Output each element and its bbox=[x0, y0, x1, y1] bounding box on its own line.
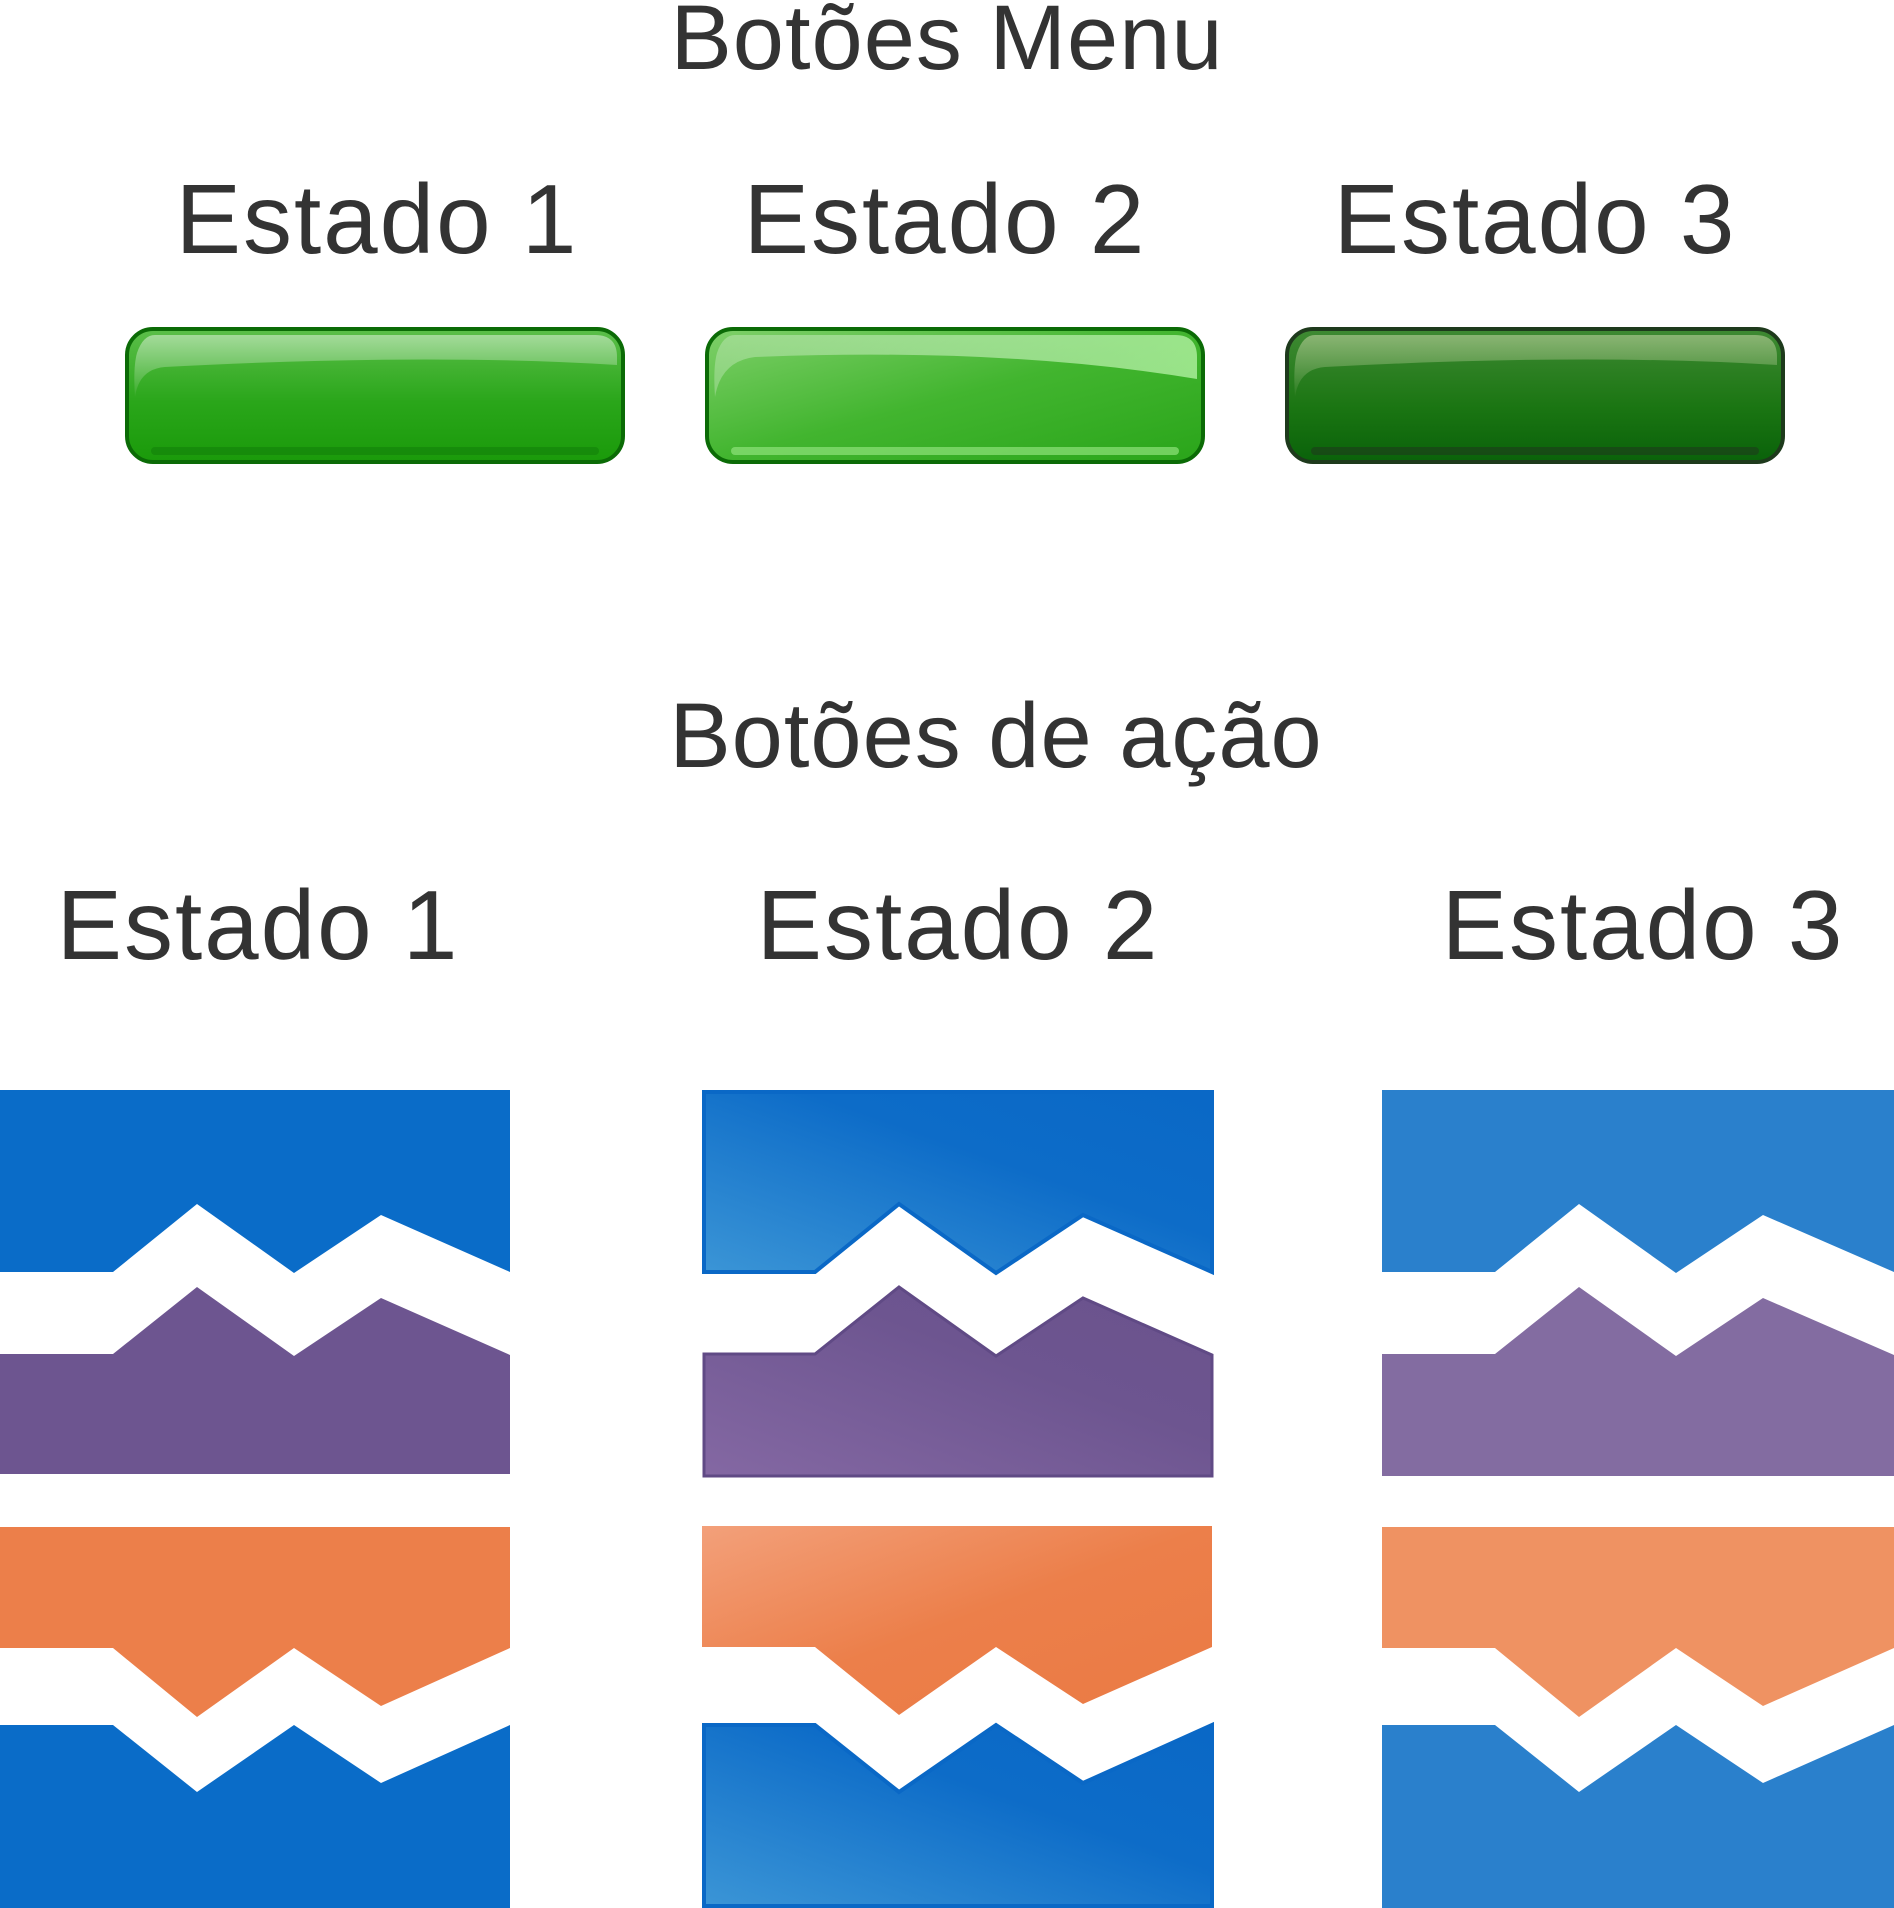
action-state-label-3: Estado 3 bbox=[1441, 870, 1845, 980]
action-state-label-1: Estado 1 bbox=[56, 870, 460, 980]
menu-button-1-base bbox=[151, 447, 599, 455]
menu-state-label-3: Estado 3 bbox=[1333, 164, 1737, 274]
action-button-2-blue-bottom[interactable] bbox=[702, 1721, 1214, 1908]
action-button-3-blue-top[interactable] bbox=[1382, 1090, 1894, 1273]
menu-state-label-1: Estado 1 bbox=[175, 164, 579, 274]
action-button-3-orange[interactable] bbox=[1382, 1527, 1894, 1717]
menu-button-2-base bbox=[731, 447, 1179, 455]
action-button-1-blue-bottom[interactable] bbox=[0, 1725, 510, 1908]
action-button-2-purple[interactable] bbox=[702, 1285, 1214, 1478]
action-state-label-2: Estado 2 bbox=[756, 870, 1160, 980]
action-button-3-blue-bottom[interactable] bbox=[1382, 1725, 1894, 1908]
menu-state-label-2: Estado 2 bbox=[743, 164, 1147, 274]
page-title-action-buttons: Botões de ação bbox=[669, 685, 1323, 787]
action-button-set-state-3 bbox=[1382, 1090, 1894, 1908]
action-button-set-state-2 bbox=[702, 1090, 1214, 1908]
action-button-2-orange[interactable] bbox=[702, 1526, 1212, 1715]
action-button-2-blue-top[interactable] bbox=[702, 1090, 1214, 1276]
action-button-3-purple[interactable] bbox=[1382, 1287, 1894, 1476]
action-button-set-state-1 bbox=[0, 1090, 510, 1908]
menu-button-3-base bbox=[1311, 447, 1759, 455]
action-button-1-purple[interactable] bbox=[0, 1287, 510, 1474]
menu-button-state-2[interactable] bbox=[705, 327, 1205, 464]
page-title-menu-buttons: Botões Menu bbox=[670, 0, 1224, 89]
action-button-1-blue-top[interactable] bbox=[0, 1090, 510, 1273]
menu-button-state-1[interactable] bbox=[125, 327, 625, 464]
menu-button-state-3[interactable] bbox=[1285, 327, 1785, 464]
action-button-1-orange[interactable] bbox=[0, 1527, 510, 1717]
